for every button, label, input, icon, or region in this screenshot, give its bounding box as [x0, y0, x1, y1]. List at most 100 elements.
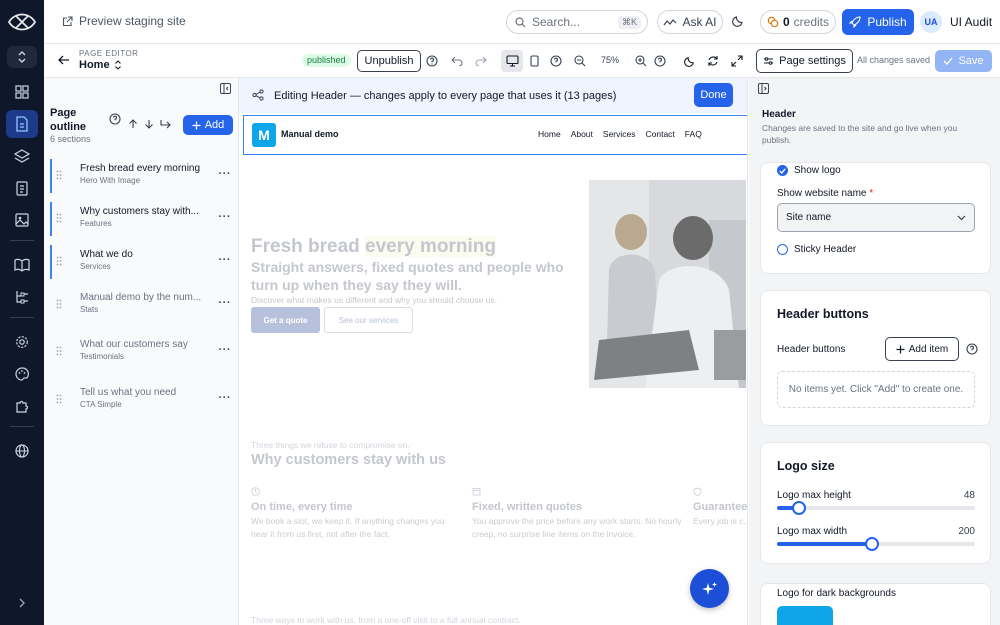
hero-description[interactable]: Discover what makes us different and why… — [251, 295, 497, 305]
feature-item[interactable]: Fixed, written quotes You approve the pri… — [472, 485, 682, 541]
save-button[interactable]: Save — [935, 50, 992, 72]
site-nav-item[interactable]: Services — [603, 129, 636, 139]
collapse-settings-icon[interactable] — [758, 83, 769, 97]
move-up-arrow-icon[interactable] — [128, 119, 138, 129]
redo-icon[interactable] — [474, 54, 488, 68]
nav-settings-gear-icon[interactable] — [6, 328, 38, 356]
hero-title[interactable]: Fresh bread every morning — [251, 236, 496, 258]
sticky-header-radio[interactable]: Sticky Header — [777, 244, 856, 255]
services-intro-text[interactable]: Three ways to work with us, from a one-o… — [251, 615, 521, 625]
section-more-menu-icon[interactable]: ··· — [219, 392, 232, 404]
hero-subtitle[interactable]: Straight answers, fixed quotes and peopl… — [251, 258, 571, 294]
drag-handle-icon[interactable] — [56, 256, 62, 266]
zoom-help-icon[interactable] — [653, 54, 667, 68]
zoom-level[interactable]: 75% — [601, 55, 619, 65]
drag-handle-icon[interactable] — [56, 170, 62, 180]
zoom-out-icon[interactable] — [573, 54, 587, 68]
section-type: Features — [80, 219, 112, 228]
ai-assistant-button[interactable] — [690, 569, 729, 608]
add-section-button[interactable]: Add — [183, 115, 233, 135]
logo-max-height-slider[interactable]: Logo max height 48 — [777, 490, 975, 515]
feature-item[interactable]: Guarantee Every job is c... is not right,… — [693, 485, 747, 528]
slider-handle[interactable] — [791, 501, 806, 515]
refresh-icon[interactable] — [706, 54, 720, 68]
drag-handle-icon[interactable] — [56, 299, 62, 309]
nav-pages-icon[interactable] — [6, 110, 38, 138]
outline-section-item[interactable]: Manual demo by the num... Stats ··· — [50, 288, 233, 322]
header-settings-panel: Header Changes are saved to the site and… — [749, 78, 1000, 625]
add-item-button[interactable]: Add item — [885, 337, 959, 361]
nav-integrations-puzzle-icon[interactable] — [6, 392, 38, 420]
section-more-menu-icon[interactable]: ··· — [219, 254, 232, 266]
nav-sitemap-icon[interactable] — [6, 283, 38, 311]
outline-section-item[interactable]: What our customers say Testimonials ··· — [50, 335, 233, 369]
outline-section-item[interactable]: Why customers stay with... Features ··· — [50, 202, 233, 236]
outline-section-item[interactable]: Tell us what you need CTA Simple ··· — [50, 383, 233, 417]
preview-staging-link[interactable]: Preview staging site — [62, 14, 186, 28]
dark-logo-preview[interactable] — [777, 606, 833, 625]
slider-track[interactable] — [777, 537, 975, 551]
nav-media-icon[interactable] — [6, 206, 38, 234]
slider-handle[interactable] — [865, 537, 880, 551]
logo-max-width-slider[interactable]: Logo max width 200 — [777, 526, 975, 551]
back-arrow-icon[interactable] — [58, 54, 70, 69]
search-input[interactable]: Search... ⌘K — [506, 10, 648, 34]
theme-toggle-moon-icon[interactable] — [732, 14, 745, 30]
hero-secondary-button[interactable]: See our services — [324, 307, 413, 333]
fullscreen-expand-icon[interactable] — [730, 54, 744, 68]
nav-forms-icon[interactable] — [6, 174, 38, 202]
outline-help-icon[interactable] — [109, 113, 121, 128]
outline-section-item[interactable]: What we do Services ··· — [50, 245, 233, 279]
app-logo-icon[interactable] — [7, 12, 37, 32]
nav-layers-icon[interactable] — [6, 142, 38, 170]
done-button[interactable]: Done — [694, 83, 733, 107]
website-name-select[interactable]: Site name — [777, 203, 975, 232]
slider-track[interactable] — [777, 501, 975, 515]
features-eyebrow[interactable]: Three things we refuse to compromise on. — [251, 440, 410, 450]
expand-rail-chevron-icon[interactable] — [6, 589, 38, 617]
site-nav-item[interactable]: Contact — [646, 129, 675, 139]
nav-domains-globe-icon[interactable] — [6, 437, 38, 465]
header-buttons-card: Header buttons Header buttons Add item N… — [760, 290, 991, 426]
section-type: CTA Simple — [80, 400, 122, 409]
workspace-switcher[interactable] — [7, 46, 37, 68]
hero-primary-button[interactable]: Get a quote — [251, 307, 320, 333]
section-more-menu-icon[interactable]: ··· — [219, 297, 232, 309]
page-settings-button[interactable]: Page settings — [756, 49, 853, 73]
outline-section-item[interactable]: Fresh bread every morning Hero With Image… — [50, 159, 233, 193]
section-more-menu-icon[interactable]: ··· — [219, 344, 232, 356]
site-header-preview[interactable]: M Manual demo Home About Services Contac… — [243, 115, 747, 155]
drag-handle-icon[interactable] — [56, 394, 62, 404]
user-menu[interactable]: UA UI Audit — [920, 11, 992, 33]
hero-image[interactable] — [589, 180, 746, 388]
show-logo-checkbox[interactable]: Show logo — [777, 165, 841, 176]
site-nav-item[interactable]: FAQ — [685, 129, 702, 139]
dark-preview-moon-icon[interactable] — [683, 54, 697, 68]
mobile-view-icon[interactable] — [523, 50, 545, 72]
unpublish-button[interactable]: Unpublish — [357, 50, 421, 72]
feature-item[interactable]: On time, every time We book a slot, we ke… — [251, 485, 461, 541]
header-buttons-help-icon[interactable] — [966, 343, 978, 358]
nav-docs-icon[interactable] — [6, 251, 38, 279]
undo-icon[interactable] — [450, 54, 464, 68]
nav-theme-palette-icon[interactable] — [6, 360, 38, 388]
features-title[interactable]: Why customers stay with us — [251, 452, 446, 468]
ask-ai-button[interactable]: Ask AI — [657, 10, 723, 34]
section-more-menu-icon[interactable]: ··· — [219, 211, 232, 223]
nest-arrow-icon[interactable] — [160, 119, 171, 129]
drag-handle-icon[interactable] — [56, 213, 62, 223]
drag-handle-icon[interactable] — [56, 346, 62, 356]
site-nav-item[interactable]: About — [571, 129, 593, 139]
section-more-menu-icon[interactable]: ··· — [219, 168, 232, 180]
zoom-in-icon[interactable] — [634, 54, 648, 68]
move-down-arrow-icon[interactable] — [144, 119, 154, 129]
page-selector[interactable]: Home — [79, 59, 122, 71]
collapse-panel-icon[interactable] — [220, 83, 231, 97]
nav-dashboard-icon[interactable] — [6, 78, 38, 106]
site-nav-item[interactable]: Home — [538, 129, 561, 139]
help-icon[interactable] — [425, 54, 439, 68]
publish-button[interactable]: Publish — [842, 9, 914, 35]
credits-button[interactable]: 0 credits — [760, 10, 836, 34]
device-help-icon[interactable] — [545, 50, 567, 72]
desktop-view-icon[interactable] — [501, 50, 523, 72]
